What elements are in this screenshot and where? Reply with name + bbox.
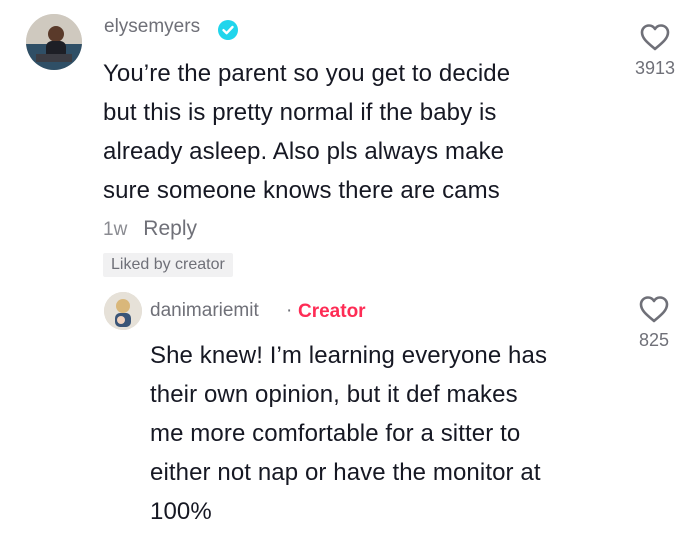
heart-icon[interactable] [638,294,670,324]
reply-line: either not nap or have the monitor at [150,459,541,486]
comment-line: sure someone knows there are cams [103,177,500,204]
separator-dot: · [286,300,293,321]
avatar[interactable] [104,292,142,330]
reply-line: She knew! I’m learning everyone has [150,342,548,369]
reply-line: their own opinion, but it def makes [150,381,518,408]
comment-line: already asleep. Also pls always make [103,138,505,165]
comment-line: You’re the parent so you get to decide [103,60,511,87]
reply-text: She knew! I’m learning everyone has thei… [150,336,547,531]
creator-tag: Creator [298,301,366,322]
comment-like[interactable]: 3913 [625,22,685,79]
avatar[interactable] [26,14,82,70]
reply-button[interactable]: Reply [143,217,197,241]
comment-username[interactable]: elysemyers [104,16,200,38]
heart-icon[interactable] [639,22,671,52]
comment-line: but this is pretty normal if the baby is [103,99,497,126]
reply-line: 100% [150,498,212,525]
liked-by-creator-badge: Liked by creator [103,253,233,277]
reply-username[interactable]: danimariemit [150,300,259,322]
reply-like[interactable]: 825 [624,294,684,351]
reply-line: me more comfortable for a sitter to [150,420,521,447]
comment-meta: 1w Reply [103,217,197,241]
like-count: 825 [638,330,670,350]
like-count: 3913 [634,58,676,78]
comment-text: You’re the parent so you get to decide b… [103,54,510,210]
comment-time: 1w [103,219,128,240]
verified-badge-icon [218,20,238,40]
